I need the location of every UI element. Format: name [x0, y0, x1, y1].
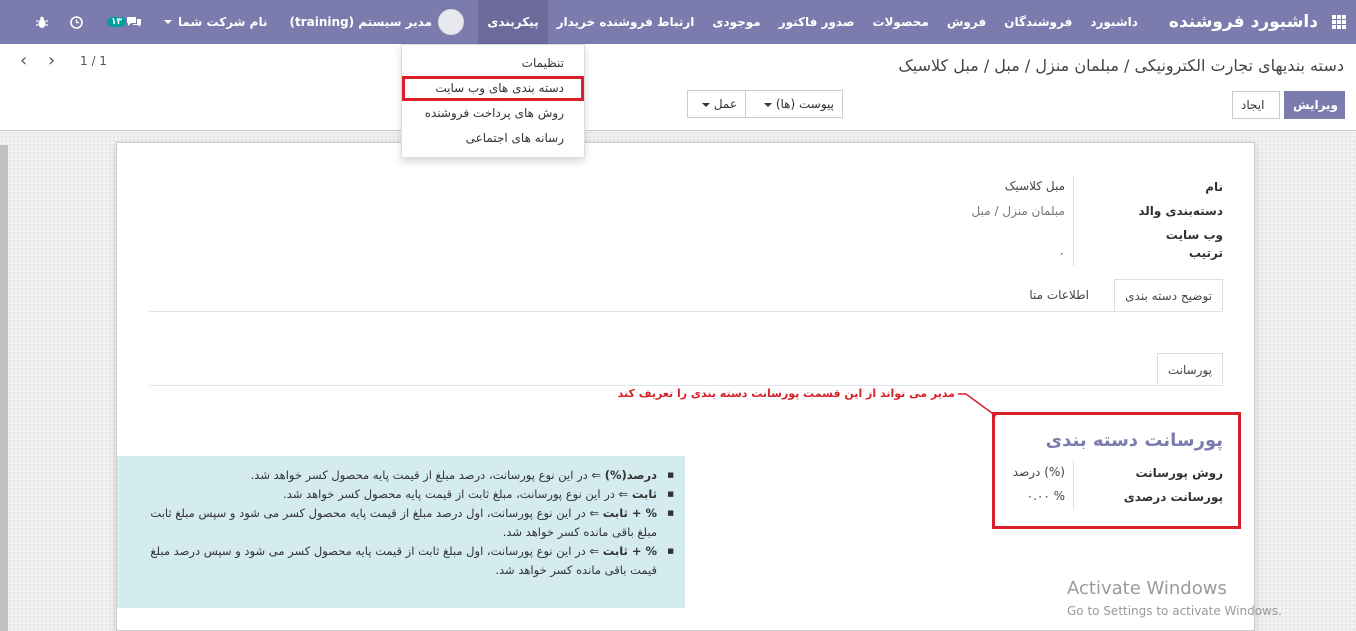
annotation-note: مدیر می تواند از این قسمت پورسانت دسته ب…: [617, 387, 955, 400]
menu-item-social-media[interactable]: رسانه های اجتماعی: [402, 126, 584, 151]
user-name: مدیر سیستم (training): [289, 15, 432, 29]
app-brand-title[interactable]: داشبورد فروشنده: [1169, 12, 1318, 32]
attachments-dropdown[interactable]: پیوست (ها): [745, 90, 843, 118]
main-menu: داشبورد فروشندگان فروش محصولات صدور فاکت…: [478, 0, 1147, 44]
list-item: % + ثابت ⇐ در این نوع پورسانت، اول درصد …: [117, 504, 674, 542]
apps-grid-icon[interactable]: [1332, 15, 1346, 29]
commission-percent-label: پورسانت درصدی: [1123, 490, 1223, 504]
list-item: ثابت ⇐ در این نوع پورسانت، مبلغ ثابت از …: [117, 485, 674, 504]
tab-meta-info[interactable]: اطلاعات متا: [1019, 279, 1099, 311]
action-label: عمل: [713, 97, 737, 111]
bug-icon: [36, 16, 48, 28]
parent-category-value[interactable]: مبلمان منزل / مبل: [972, 204, 1065, 218]
chevron-down-icon: [164, 20, 172, 24]
message-count-badge: ۱۳: [107, 17, 126, 27]
parent-category-label: دسته‌بندی والد: [1138, 204, 1223, 218]
clock-icon: [70, 15, 83, 29]
menu-item-vendor-buyer-communication[interactable]: ارتباط فروشنده خریدار: [548, 0, 704, 44]
create-button[interactable]: ایجاد: [1232, 91, 1280, 119]
scrollbar[interactable]: [0, 145, 8, 631]
pager-value[interactable]: 1 / 1: [80, 54, 107, 68]
chevron-down-icon: [701, 102, 710, 107]
menu-item-settings[interactable]: تنظیمات: [402, 51, 584, 76]
pager-previous-button[interactable]: ‹: [20, 50, 27, 71]
company-name: نام شرکت شما: [178, 15, 268, 29]
menu-item-sales[interactable]: فروش: [938, 0, 995, 44]
windows-activation-watermark: Activate Windows Go to Settings to activ…: [1067, 578, 1282, 618]
menu-item-products[interactable]: محصولات: [863, 0, 937, 44]
menu-item-website-categories[interactable]: دسته بندی های وب سایت: [402, 76, 584, 101]
activity-menu[interactable]: [70, 15, 83, 29]
list-item: % + ثابت ⇐ در این نوع پورسانت، اول مبلغ …: [117, 542, 674, 580]
tab-commission[interactable]: پورسانت: [1156, 353, 1223, 385]
configuration-dropdown-menu: تنظیمات دسته بندی های وب سایت روش های پر…: [401, 44, 585, 158]
systray: مدیر سیستم (training) نام شرکت شما ۱۳: [14, 0, 464, 44]
menu-item-inventory[interactable]: موجودی: [703, 0, 769, 44]
field-separator: [1073, 176, 1074, 266]
edit-button[interactable]: ویرایش: [1284, 91, 1345, 119]
commission-field-separator: [1073, 461, 1074, 509]
commission-method-label: روش پورسانت: [1135, 466, 1223, 480]
sequence-value: ۰: [1058, 246, 1065, 260]
sequence-label: ترتیب: [1188, 246, 1223, 260]
tabs-divider-2: [149, 385, 1223, 386]
control-panel: دسته بندیهای تجارت الکترونیکی / مبلمان م…: [0, 44, 1356, 130]
menu-item-vendor-payment-methods[interactable]: روش های پرداخت فروشنده: [402, 101, 584, 126]
avatar: [438, 9, 464, 35]
company-switcher[interactable]: نام شرکت شما: [164, 15, 267, 29]
menu-item-invoicing[interactable]: صدور فاکتور: [770, 0, 864, 44]
messaging-menu[interactable]: ۱۳: [105, 16, 142, 29]
top-navbar: داشبورد فروشنده داشبورد فروشندگان فروش م…: [0, 0, 1356, 44]
website-label: وب سایت: [1165, 228, 1223, 242]
commission-percent-value: ۰.۰۰ %: [1026, 489, 1065, 503]
list-item: درصد(%) ⇐ در این نوع پورسانت، درصد مبلغ …: [117, 466, 674, 485]
name-label: نام: [1205, 180, 1223, 194]
menu-item-vendors[interactable]: فروشندگان: [995, 0, 1081, 44]
chevron-down-icon: [763, 102, 772, 107]
commission-section-title: پورسانت دسته بندی: [1045, 430, 1223, 451]
tab-category-description[interactable]: توضیح دسته بندی: [1114, 279, 1223, 311]
name-value: مبل کلاسیک: [1004, 179, 1065, 193]
action-dropdown[interactable]: عمل: [687, 90, 746, 118]
menu-item-configuration[interactable]: پیکربندی: [478, 0, 548, 44]
commission-method-value: درصد (%): [1012, 465, 1065, 479]
commission-info-box: درصد(%) ⇐ در این نوع پورسانت، درصد مبلغ …: [117, 456, 685, 608]
pager-next-button[interactable]: ›: [48, 50, 55, 71]
attachments-label: پیوست (ها): [775, 97, 834, 111]
commission-info-list: درصد(%) ⇐ در این نوع پورسانت، درصد مبلغ …: [117, 456, 685, 580]
tabs-divider: [149, 311, 1223, 312]
debug-menu[interactable]: [36, 16, 48, 29]
chat-icon: [127, 16, 141, 27]
user-menu[interactable]: مدیر سیستم (training): [289, 9, 464, 35]
menu-item-dashboard[interactable]: داشبورد: [1081, 0, 1147, 44]
breadcrumb[interactable]: دسته بندیهای تجارت الکترونیکی / مبلمان م…: [898, 56, 1344, 75]
